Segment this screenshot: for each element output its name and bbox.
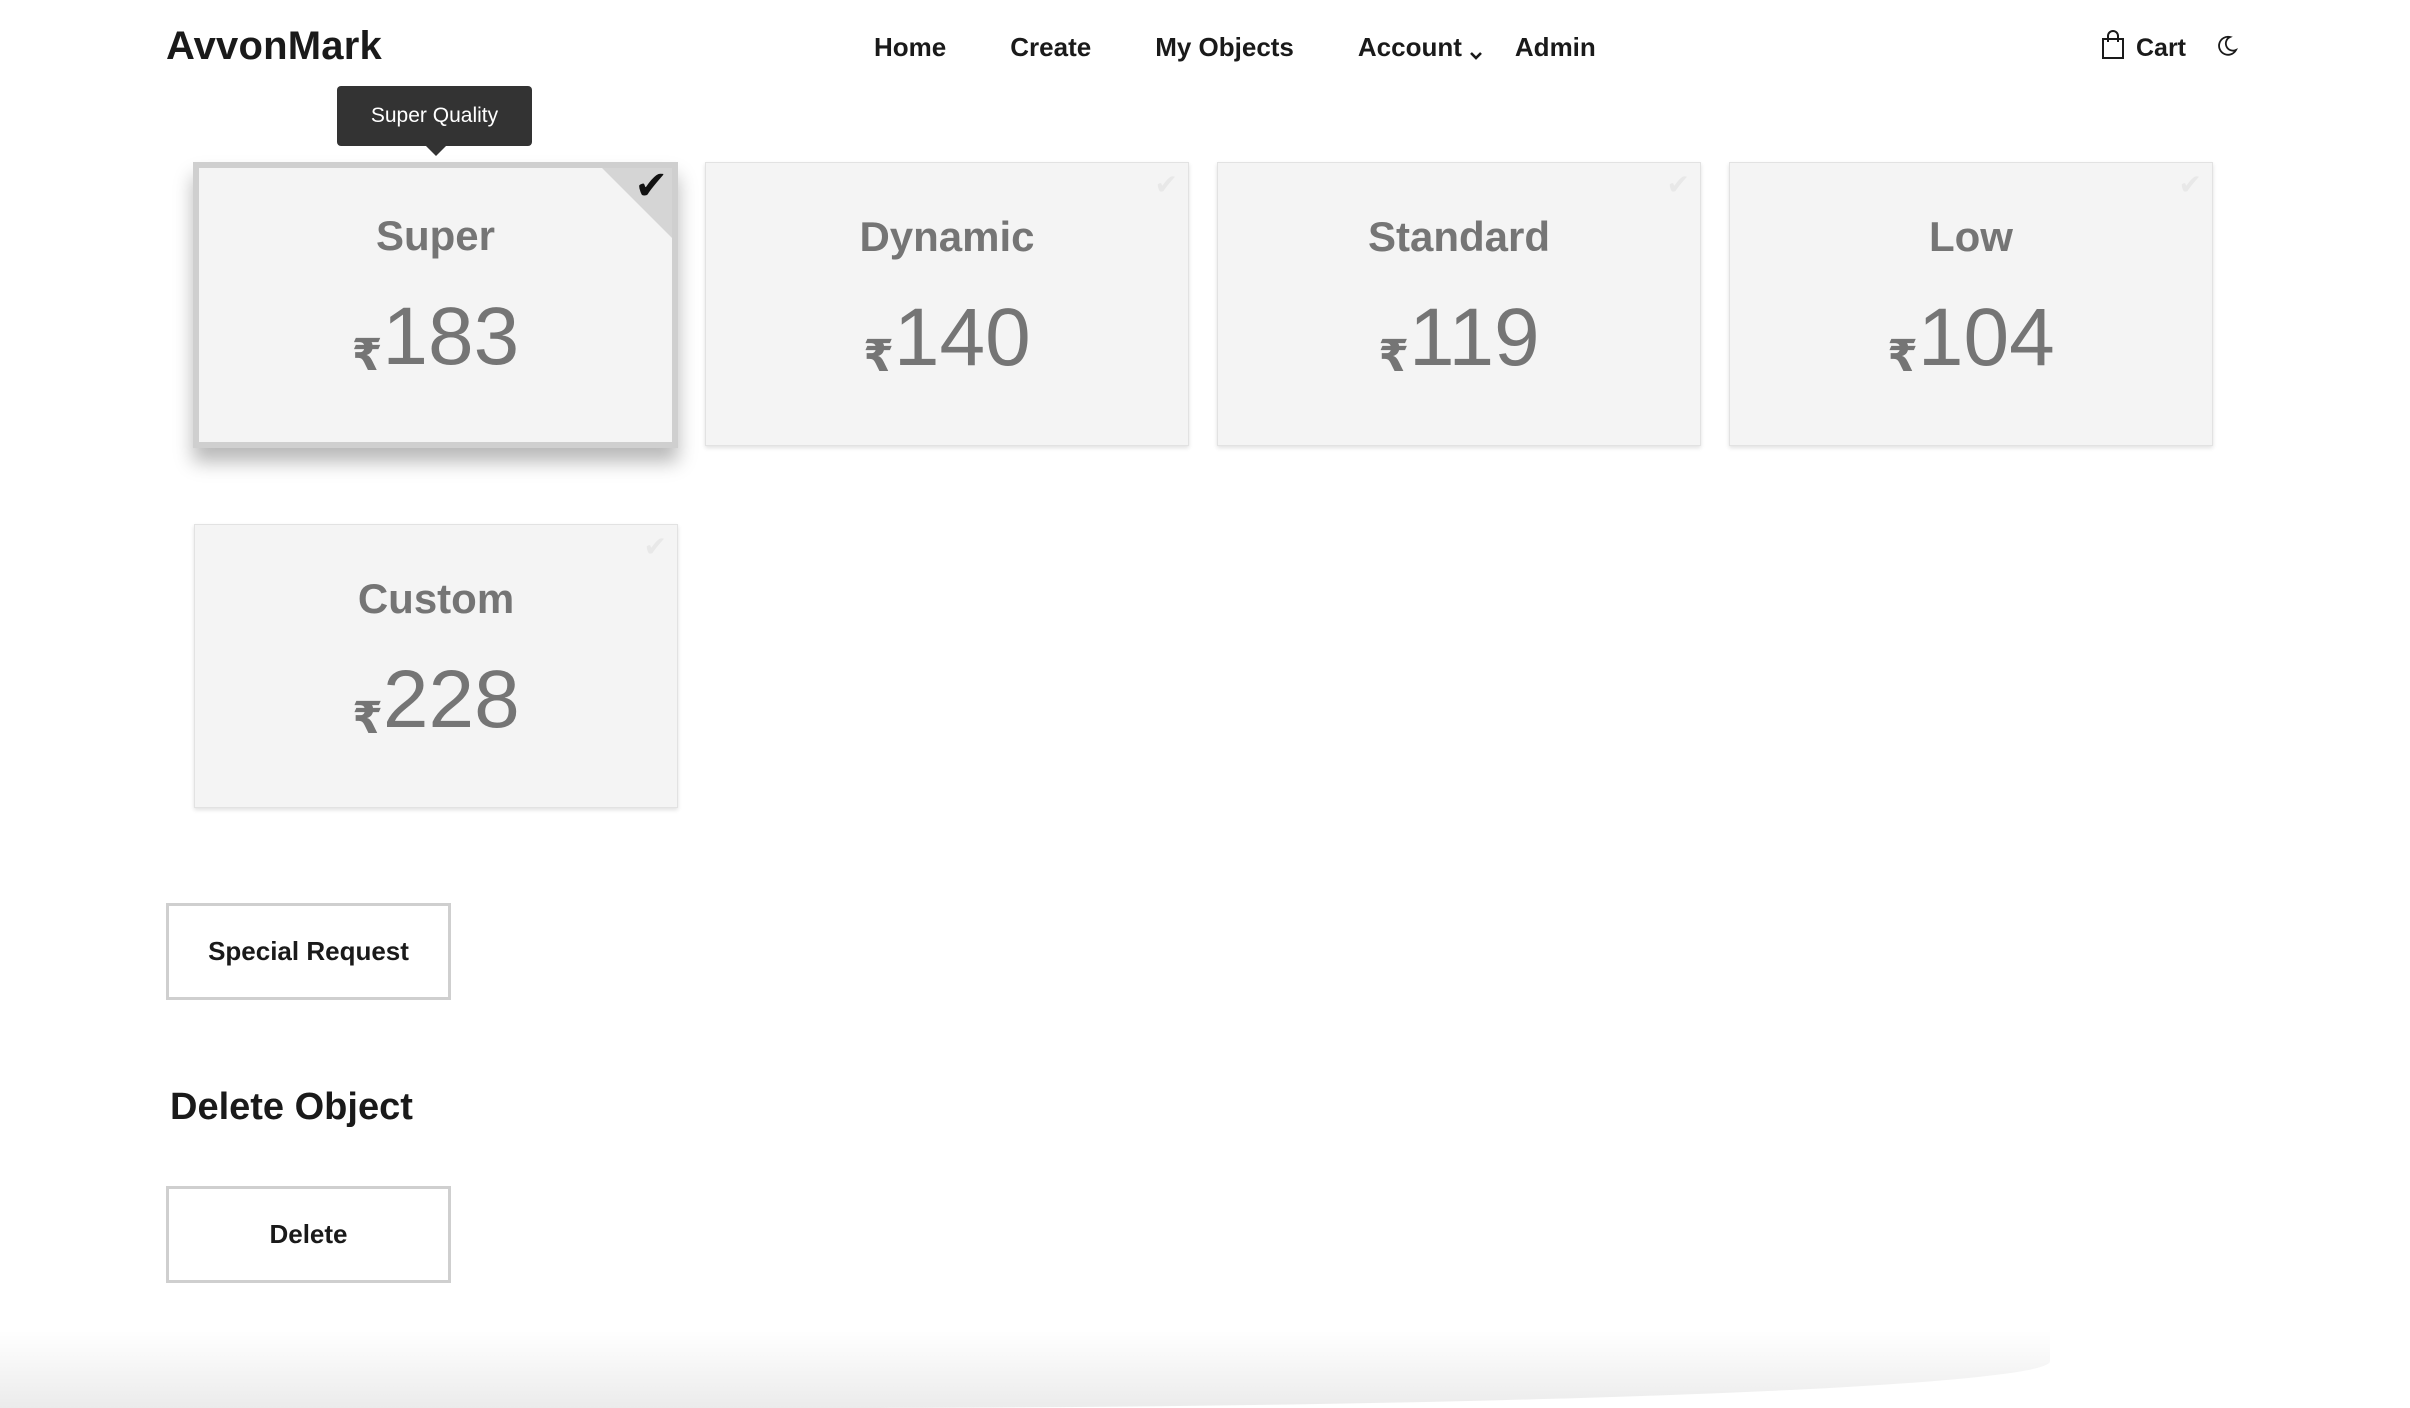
quality-card-low[interactable]: ✔ Low ₹104	[1729, 162, 2213, 446]
nav-home[interactable]: Home	[874, 32, 946, 63]
rupee-icon: ₹	[351, 331, 383, 380]
nav-account-dropdown[interactable]: Account	[1358, 32, 1484, 63]
quality-card-custom[interactable]: ✔ Custom ₹228	[194, 524, 678, 808]
chevron-down-icon	[1468, 40, 1484, 60]
price-amount: 140	[893, 292, 1031, 383]
rupee-icon: ₹	[1887, 332, 1918, 381]
delete-object-heading: Delete Object	[170, 1086, 413, 1128]
card-price: ₹104	[1730, 291, 2212, 385]
nav-right: Cart	[2100, 30, 2239, 67]
card-title: Standard	[1367, 213, 1551, 260]
brand-logo[interactable]: AvvonMark	[166, 24, 382, 69]
main-nav: Home Create My Objects Account Admin	[874, 32, 1596, 63]
price-amount: 119	[1408, 292, 1540, 383]
top-navbar: AvvonMark Home Create My Objects Account…	[0, 0, 2410, 100]
footer-shadow	[0, 1330, 2050, 1408]
card-title: Custom	[357, 575, 515, 622]
card-price: ₹140	[706, 291, 1188, 385]
rupee-icon: ₹	[863, 332, 894, 381]
quality-card-dynamic[interactable]: ✔ Dynamic ₹140	[705, 162, 1189, 446]
tooltip-super-quality: Super Quality	[337, 86, 532, 156]
checkmark-icon: ✔	[2178, 169, 2202, 200]
cart-label: Cart	[2136, 34, 2187, 62]
nav-admin[interactable]: Admin	[1515, 32, 1596, 63]
rupee-icon: ₹	[1378, 332, 1409, 381]
nav-my-objects[interactable]: My Objects	[1155, 32, 1294, 63]
nav-account-label: Account	[1357, 32, 1462, 62]
special-request-button[interactable]: Special Request	[166, 903, 451, 1000]
quality-card-super[interactable]: ✔ Super ₹183	[193, 162, 678, 448]
card-title: Dynamic	[859, 213, 1035, 260]
card-price: ₹183	[199, 290, 672, 384]
card-price: ₹228	[195, 653, 677, 747]
card-title: Low	[1929, 213, 2013, 260]
card-price: ₹119	[1218, 291, 1700, 385]
price-amount: 183	[382, 291, 520, 382]
shopping-bag-icon	[2100, 30, 2136, 67]
dark-mode-toggle[interactable]	[2216, 35, 2239, 62]
checkmark-icon: ✔	[1666, 169, 1690, 200]
rupee-icon: ₹	[352, 694, 383, 743]
delete-button[interactable]: Delete	[166, 1186, 451, 1283]
price-amount: 228	[382, 654, 520, 745]
moon-icon	[2216, 35, 2239, 62]
quality-card-standard[interactable]: ✔ Standard ₹119	[1217, 162, 1701, 446]
price-amount: 104	[1917, 292, 2055, 383]
checkmark-icon: ✔	[643, 531, 667, 562]
card-title: Super	[375, 212, 496, 259]
cart-link[interactable]: Cart	[2100, 30, 2186, 67]
checkmark-icon: ✔	[1154, 169, 1178, 200]
nav-create[interactable]: Create	[1010, 32, 1091, 63]
checkmark-icon: ✔	[634, 164, 668, 208]
